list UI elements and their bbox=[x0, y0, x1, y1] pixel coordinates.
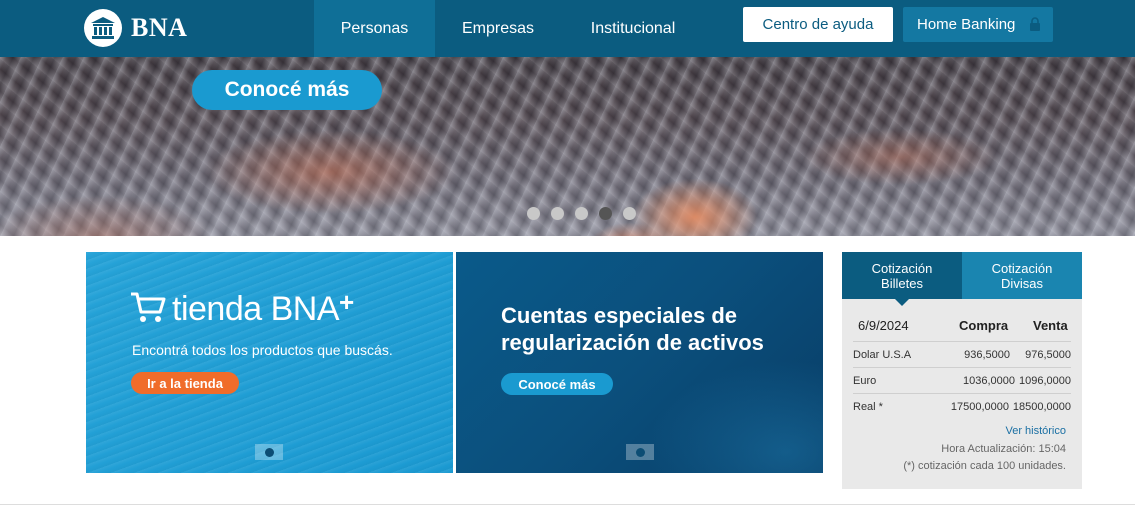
cotizacion-date: 6/9/2024 bbox=[858, 318, 909, 333]
table-row: Euro 1036,0000 1096,0000 bbox=[853, 367, 1071, 393]
cotizacion-note: (*) cotización cada 100 unidades. bbox=[903, 460, 1066, 472]
hero-carousel: Conocé más bbox=[0, 57, 1135, 236]
tab-label-line1: Cotización bbox=[991, 260, 1053, 276]
help-center-button[interactable]: Centro de ayuda bbox=[743, 7, 893, 42]
tienda-bna-banner[interactable]: tienda BNA + Encontrá todos los producto… bbox=[86, 252, 453, 473]
tab-label-line2: Billetes bbox=[881, 275, 923, 291]
banner-indicator[interactable] bbox=[255, 444, 283, 460]
compra-value: 17500,0000 bbox=[950, 401, 1009, 413]
venta-value: 976,5000 bbox=[1025, 349, 1071, 361]
home-banking-button[interactable]: Home Banking bbox=[903, 7, 1053, 42]
cuentas-especiales-banner[interactable]: Cuentas especiales de regularización de … bbox=[456, 252, 823, 473]
col-compra: Compra bbox=[959, 318, 1009, 333]
carousel-dots bbox=[527, 207, 636, 220]
nav-empresas[interactable]: Empresas bbox=[448, 0, 548, 57]
tienda-plus: + bbox=[339, 287, 355, 317]
tienda-logo: tienda BNA + bbox=[130, 287, 355, 329]
carousel-dot[interactable] bbox=[623, 207, 636, 220]
tab-cotizacion-billetes[interactable]: Cotización Billetes bbox=[842, 252, 962, 299]
carousel-dot[interactable] bbox=[575, 207, 588, 220]
bna-logo[interactable]: BNA bbox=[84, 8, 187, 48]
venta-value: 1096,0000 bbox=[1019, 375, 1071, 387]
bank-building-icon bbox=[84, 9, 122, 47]
currency-name: Euro bbox=[853, 375, 877, 387]
table-row: Dolar U.S.A 936,5000 976,5000 bbox=[853, 341, 1071, 367]
cuentas-conoce-mas-button[interactable]: Conocé más bbox=[501, 373, 613, 395]
home-banking-label: Home Banking bbox=[917, 16, 1016, 33]
carousel-dot[interactable] bbox=[551, 207, 564, 220]
ir-a-la-tienda-button[interactable]: Ir a la tienda bbox=[131, 372, 239, 394]
venta-value: 18500,0000 bbox=[1012, 401, 1071, 413]
cuentas-title: Cuentas especiales de regularización de … bbox=[501, 303, 764, 355]
tab-label-line2: Divisas bbox=[1001, 275, 1043, 291]
hero-conoce-mas-button[interactable]: Conocé más bbox=[192, 70, 382, 110]
compra-value: 936,5000 bbox=[964, 349, 1010, 361]
hora-actualizacion: Hora Actualización: 15:04 bbox=[941, 443, 1066, 455]
logo-text: BNA bbox=[131, 13, 188, 42]
carousel-dot-active[interactable] bbox=[599, 207, 612, 220]
cotizacion-widget: Cotización Billetes Cotización Divisas 6… bbox=[842, 252, 1082, 489]
currency-name: Real * bbox=[853, 401, 883, 413]
tab-label-line1: Cotización bbox=[871, 260, 933, 276]
ver-historico-link[interactable]: Ver histórico bbox=[1005, 425, 1066, 437]
top-navbar: BNA Personas Empresas Institucional Cent… bbox=[0, 0, 1135, 57]
nav-personas[interactable]: Personas bbox=[314, 0, 435, 57]
lock-icon bbox=[1029, 17, 1041, 36]
nav-institucional[interactable]: Institucional bbox=[576, 0, 690, 57]
tab-cotizacion-divisas[interactable]: Cotización Divisas bbox=[962, 252, 1082, 299]
banner-indicator[interactable] bbox=[626, 444, 654, 460]
col-venta: Venta bbox=[1033, 318, 1068, 333]
shopping-cart-icon bbox=[130, 290, 166, 329]
tienda-subtitle: Encontrá todos los productos que buscás. bbox=[132, 342, 393, 358]
tienda-title: tienda BNA bbox=[172, 290, 340, 328]
table-row: Real * 17500,0000 18500,0000 bbox=[853, 393, 1071, 419]
active-tab-arrow bbox=[895, 299, 909, 306]
carousel-dot[interactable] bbox=[527, 207, 540, 220]
divider bbox=[0, 504, 1135, 505]
compra-value: 1036,0000 bbox=[963, 375, 1015, 387]
currency-name: Dolar U.S.A bbox=[853, 349, 912, 361]
